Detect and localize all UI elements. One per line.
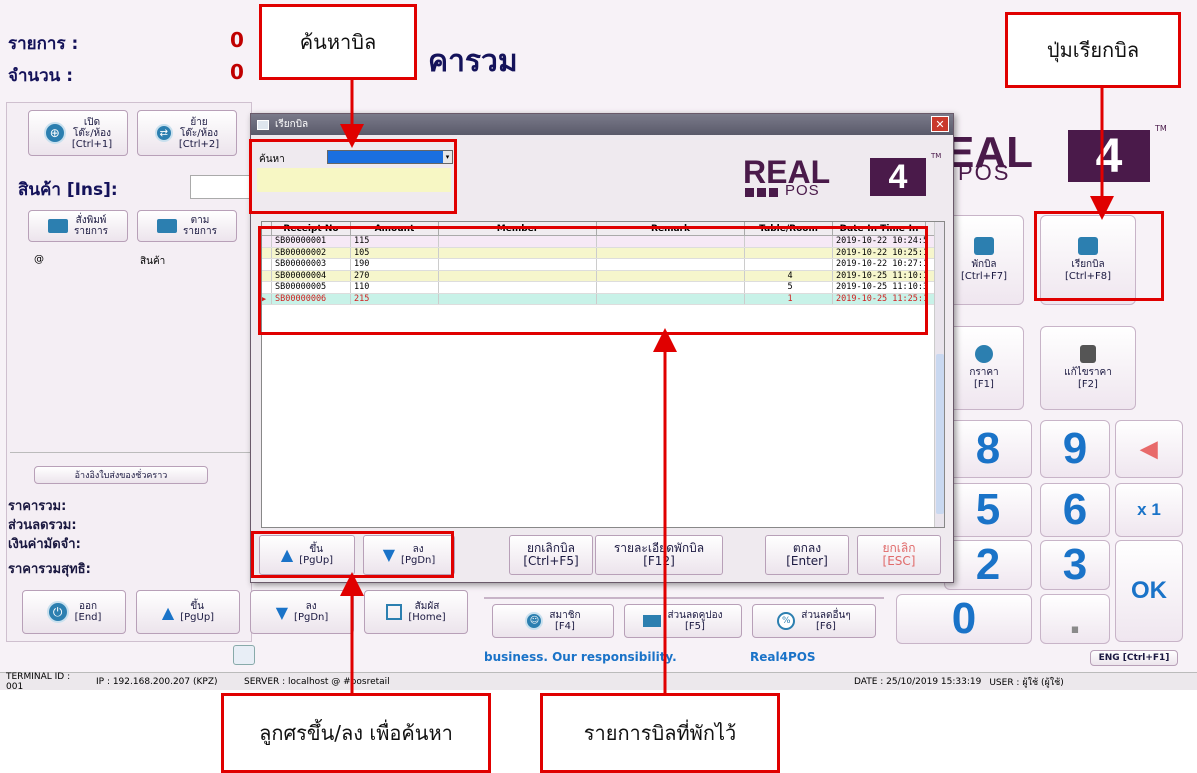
annotation-arrows (340, 80, 1114, 693)
